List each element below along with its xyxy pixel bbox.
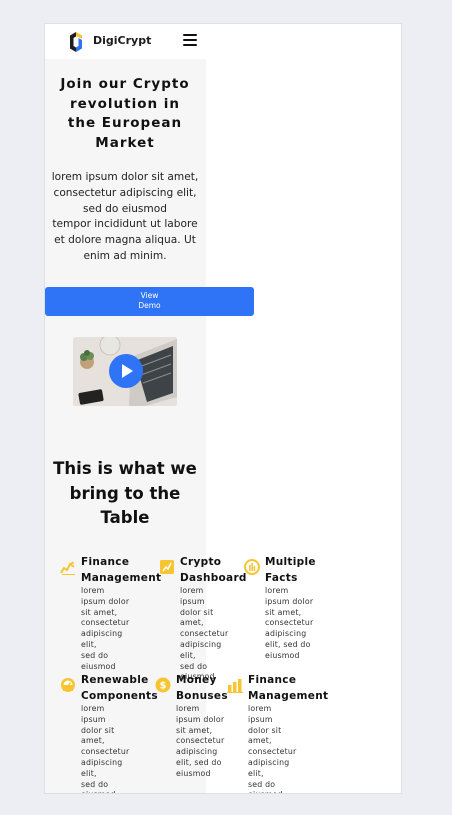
svg-text:$: $ xyxy=(160,681,167,692)
digicrypt-logo-icon[interactable] xyxy=(67,31,85,53)
gauge-icon xyxy=(244,559,260,575)
site-header: DigiCrypt xyxy=(45,24,206,59)
video-thumbnail[interactable] xyxy=(73,337,177,406)
brand-name[interactable]: DigiCrypt xyxy=(93,34,151,47)
hero-description: lorem ipsum dolor sit amet, consectetur … xyxy=(51,171,199,262)
speedometer-icon xyxy=(61,678,75,692)
page-frame: DigiCrypt Join our Crypto revolution in … xyxy=(44,23,402,794)
play-icon xyxy=(122,364,133,378)
bar-chart-icon xyxy=(227,679,243,693)
hero-title: Join our Crypto revolution in the Europe… xyxy=(60,76,190,151)
dollar-coin-icon: $ xyxy=(155,677,171,693)
chart-hand-icon xyxy=(60,561,75,575)
dashboard-icon xyxy=(160,560,174,574)
play-button[interactable] xyxy=(109,354,143,388)
view-demo-button[interactable]: View Demo xyxy=(45,287,254,316)
features-section-title: This is what we bring to the Table xyxy=(53,459,197,528)
hamburger-menu-icon[interactable] xyxy=(183,34,197,47)
